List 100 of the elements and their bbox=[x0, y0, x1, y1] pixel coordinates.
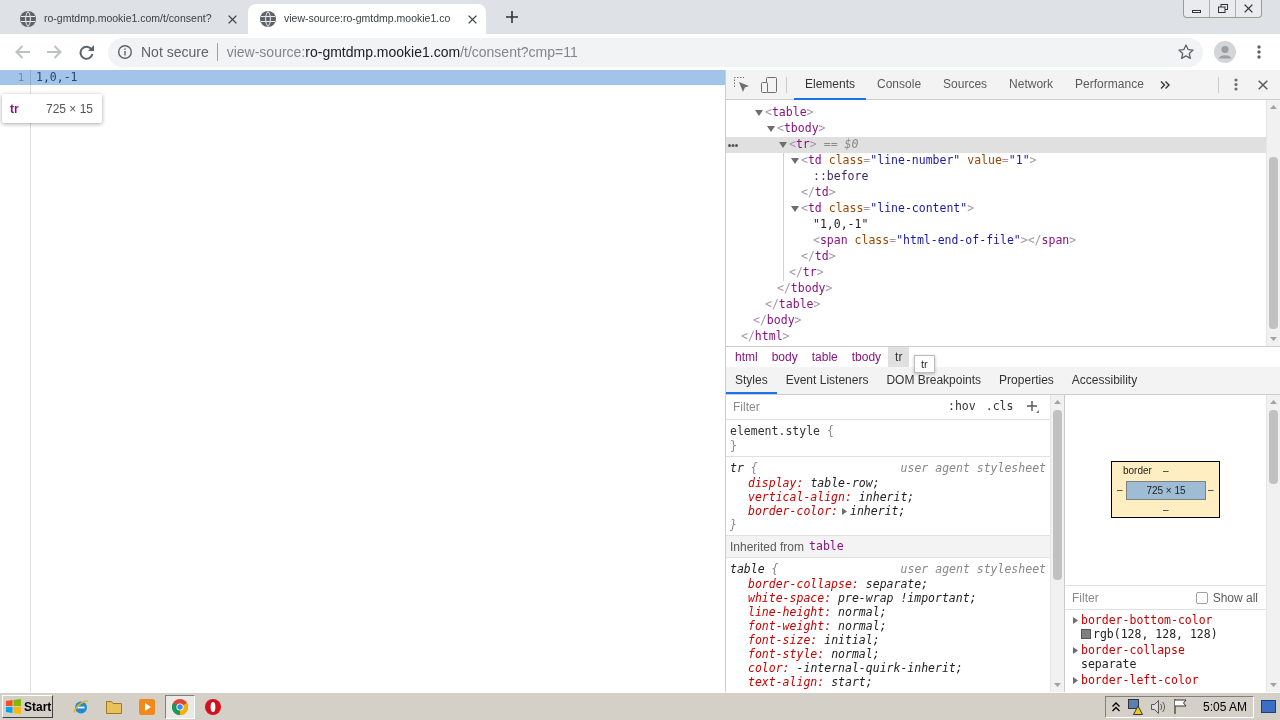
scrollbar-thumb[interactable] bbox=[1269, 410, 1278, 484]
dom-node[interactable]: <span class="html-end-of-file"></span> bbox=[813, 232, 1077, 250]
inherited-selector[interactable]: table bbox=[809, 537, 844, 556]
scroll-up-arrow-icon bbox=[1054, 400, 1061, 404]
scrollbar[interactable] bbox=[1266, 100, 1280, 346]
css-property-name: display: bbox=[748, 476, 804, 490]
computed-property-name[interactable]: border-bottom-color bbox=[1081, 613, 1213, 627]
four-pane-flag-icon bbox=[6, 699, 21, 714]
css-property-value: -internal-quirk-inherit; bbox=[796, 661, 963, 675]
close-icon bbox=[1244, 4, 1253, 13]
selected-row-highlight[interactable]: <tr> == $0 bbox=[726, 137, 1266, 153]
star-icon bbox=[1178, 44, 1194, 60]
css-property-name: color: bbox=[748, 661, 790, 675]
arrow-right-icon bbox=[46, 45, 62, 59]
dom-node[interactable]: <td class="line-number" value="1"> bbox=[801, 152, 1037, 170]
tooltip: tr bbox=[914, 355, 935, 373]
dom-node[interactable]: </tr> bbox=[789, 264, 824, 282]
sidebar-tab[interactable]: Accessibility bbox=[1062, 367, 1147, 394]
computed-property-name[interactable]: border-left-color bbox=[1081, 673, 1199, 687]
css-property-value: initial; bbox=[824, 633, 880, 647]
css-property-value: start; bbox=[831, 675, 873, 689]
dom-node[interactable]: "1,0,-1" bbox=[813, 216, 869, 234]
devices-icon bbox=[761, 76, 777, 93]
dom-node[interactable]: ::before bbox=[813, 168, 869, 186]
border-value: – bbox=[1163, 465, 1169, 477]
browser-tab[interactable]: view-source:ro-gmtdmp.mookie1.co bbox=[248, 4, 486, 34]
disclosure-triangle-icon bbox=[1073, 616, 1078, 624]
css-property-value: separate; bbox=[865, 577, 929, 591]
taskbar-button[interactable] bbox=[165, 694, 195, 719]
sidebar-tab[interactable]: Event Listeners bbox=[776, 367, 878, 394]
speaker-icon bbox=[1150, 699, 1166, 714]
scroll-up-arrow-icon bbox=[1270, 400, 1277, 404]
e-logo-icon bbox=[73, 698, 89, 715]
breadcrumb[interactable]: html bbox=[728, 347, 765, 367]
breadcrumb[interactable]: table bbox=[804, 347, 845, 367]
stylesheet-source[interactable]: user agent stylesheet bbox=[900, 461, 1046, 475]
computed-property-value: rgb(128, 128, 128) bbox=[1093, 627, 1218, 641]
style-toggle-button[interactable]: .cls bbox=[983, 398, 1016, 416]
devtools-tab[interactable]: Performance bbox=[1064, 70, 1155, 100]
close-icon bbox=[227, 14, 237, 24]
show-all-checkbox[interactable] bbox=[1195, 591, 1208, 604]
closing-brace: } bbox=[730, 518, 737, 532]
profile-button[interactable] bbox=[1213, 40, 1237, 64]
folder-icon bbox=[106, 699, 122, 714]
circle-logo-icon bbox=[172, 698, 188, 715]
breadcrumb[interactable]: tbody bbox=[844, 347, 889, 367]
css-property-name: font-size: bbox=[748, 633, 818, 647]
console-reference-label: == $0 bbox=[823, 136, 859, 154]
dom-node[interactable]: <td class="line-content"> bbox=[801, 200, 975, 218]
css-property-value: normal; bbox=[831, 647, 880, 661]
scroll-down-arrow-icon bbox=[1270, 337, 1277, 341]
style-toggle-button[interactable]: :hov bbox=[946, 398, 978, 416]
inspect-cursor-icon bbox=[734, 76, 750, 93]
inherited-label: Inherited from bbox=[730, 538, 805, 556]
more-vertical-icon bbox=[1234, 78, 1238, 91]
dom-node[interactable]: </td> bbox=[801, 184, 836, 202]
css-property-name: white-space: bbox=[748, 591, 832, 605]
address-bar[interactable]: Not secure view-source:ro-gmtdmp.mookie1.com/t/consent?cmp=11 bbox=[108, 37, 1203, 67]
dom-node[interactable]: <tbody> bbox=[777, 120, 826, 138]
css-property-name: border-color: bbox=[748, 504, 838, 518]
dom-node[interactable]: </html> bbox=[741, 328, 790, 346]
url-text: view-source:ro-gmtdmp.mookie1.com/t/consent?cmp=11 bbox=[226, 42, 578, 62]
arrow-left-icon bbox=[14, 45, 30, 59]
scrollbar[interactable] bbox=[1266, 395, 1280, 692]
more-dots-icon bbox=[728, 144, 738, 147]
avatar-icon bbox=[1214, 41, 1236, 63]
devtools-tab[interactable]: Console bbox=[866, 70, 933, 100]
dom-node[interactable]: </td> bbox=[801, 248, 836, 266]
new-tab-button[interactable] bbox=[503, 8, 521, 26]
minimize-icon bbox=[1192, 9, 1201, 13]
chevron-up-icon bbox=[1111, 701, 1120, 712]
scrollbar-thumb[interactable] bbox=[1053, 410, 1062, 580]
dom-node[interactable]: </table> bbox=[765, 296, 821, 314]
devtools-tab[interactable]: Network bbox=[998, 70, 1065, 100]
close-icon bbox=[1258, 79, 1268, 90]
computed-property-name[interactable]: border-collapse bbox=[1081, 643, 1185, 657]
scrollbar-thumb[interactable] bbox=[1269, 157, 1278, 329]
stylesheet-source[interactable]: user agent stylesheet bbox=[900, 562, 1046, 576]
start-button[interactable]: Start bbox=[2, 695, 53, 718]
info-icon bbox=[118, 45, 132, 59]
new-style-rule-button[interactable] bbox=[1025, 399, 1042, 415]
reload-icon bbox=[78, 44, 94, 60]
devtools-tab[interactable]: Sources bbox=[932, 70, 999, 100]
disclosure-triangle-icon bbox=[1073, 646, 1078, 654]
scrollbar[interactable] bbox=[1050, 395, 1064, 692]
scroll-up-arrow-icon bbox=[1270, 105, 1277, 109]
sidebar-tab[interactable]: Properties bbox=[990, 367, 1063, 394]
breadcrumb[interactable]: tr bbox=[888, 347, 910, 367]
globe-icon bbox=[260, 11, 276, 27]
content-box: 725 × 15 bbox=[1126, 481, 1206, 500]
sidebar-tab[interactable]: Styles bbox=[726, 367, 777, 394]
dom-node[interactable]: </body> bbox=[753, 312, 802, 330]
css-property-name: border-collapse: bbox=[748, 577, 859, 591]
breadcrumb[interactable]: body bbox=[764, 347, 805, 367]
show-desktop-icon bbox=[1261, 700, 1276, 713]
element-size: 725 × 15 bbox=[46, 100, 94, 118]
dom-node[interactable]: <table> bbox=[765, 104, 814, 122]
scroll-down-arrow-icon bbox=[1270, 683, 1277, 687]
dom-node[interactable]: </tbody> bbox=[777, 280, 833, 298]
dom-node[interactable]: <tr> bbox=[789, 136, 817, 154]
